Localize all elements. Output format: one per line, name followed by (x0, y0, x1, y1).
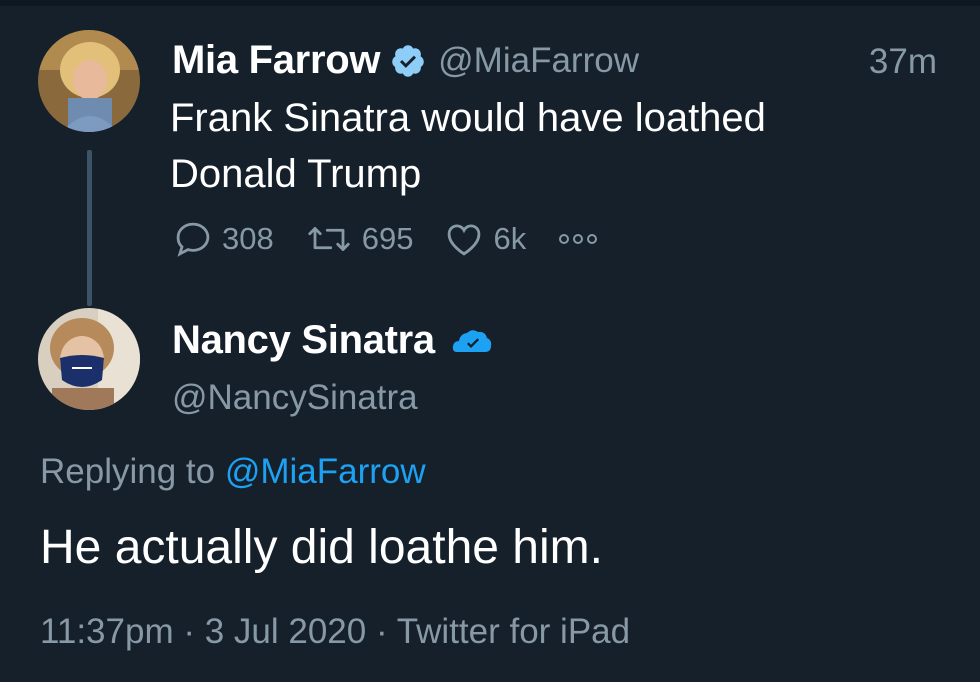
original-tweet-text: Frank Sinatra would have loathed Donald … (170, 90, 766, 202)
reply-button[interactable]: 308 (172, 218, 274, 260)
retweet-count: 695 (361, 221, 414, 256)
tweet-action-bar: 308 695 6k (172, 218, 638, 260)
top-border (0, 0, 980, 6)
nancy-sinatra-handle[interactable]: @NancySinatra (172, 378, 418, 418)
nancy-sinatra-display-name[interactable]: Nancy Sinatra (172, 318, 435, 363)
retweet-button[interactable]: 695 (304, 218, 414, 260)
retweet-icon (308, 227, 350, 251)
like-icon (448, 224, 481, 256)
tweet-time-ago[interactable]: 37m (869, 42, 937, 82)
tweet-timestamp-source[interactable]: 11:37pm · 3 Jul 2020 · Twitter for iPad (40, 612, 630, 652)
reply-icon (176, 222, 210, 257)
tweet-text-line-2: Donald Trump (170, 152, 422, 196)
more-icon (559, 234, 598, 244)
verified-badge-icon (390, 43, 426, 79)
mia-farrow-display-name[interactable]: Mia Farrow (172, 38, 380, 83)
nancy-sinatra-avatar[interactable] (38, 308, 140, 410)
reply-tweet-header: Nancy Sinatra (172, 318, 493, 363)
replying-to-line: Replying to @MiaFarrow (40, 452, 426, 492)
more-button[interactable] (556, 229, 608, 249)
verified-badge-icon (451, 326, 493, 356)
mia-farrow-handle[interactable]: @MiaFarrow (438, 41, 639, 81)
replying-to-mention-link[interactable]: @MiaFarrow (225, 452, 426, 491)
like-count: 6k (493, 221, 527, 256)
tweet-text-line-1: Frank Sinatra would have loathed (170, 96, 766, 140)
thread-connector-line (87, 150, 92, 306)
original-tweet-header: Mia Farrow @MiaFarrow (172, 38, 639, 83)
reply-count: 308 (222, 221, 274, 256)
reply-tweet-text: He actually did loathe him. (40, 521, 603, 574)
like-button[interactable]: 6k (443, 218, 526, 260)
mia-farrow-avatar[interactable] (38, 30, 140, 132)
replying-to-label: Replying to (40, 452, 216, 491)
